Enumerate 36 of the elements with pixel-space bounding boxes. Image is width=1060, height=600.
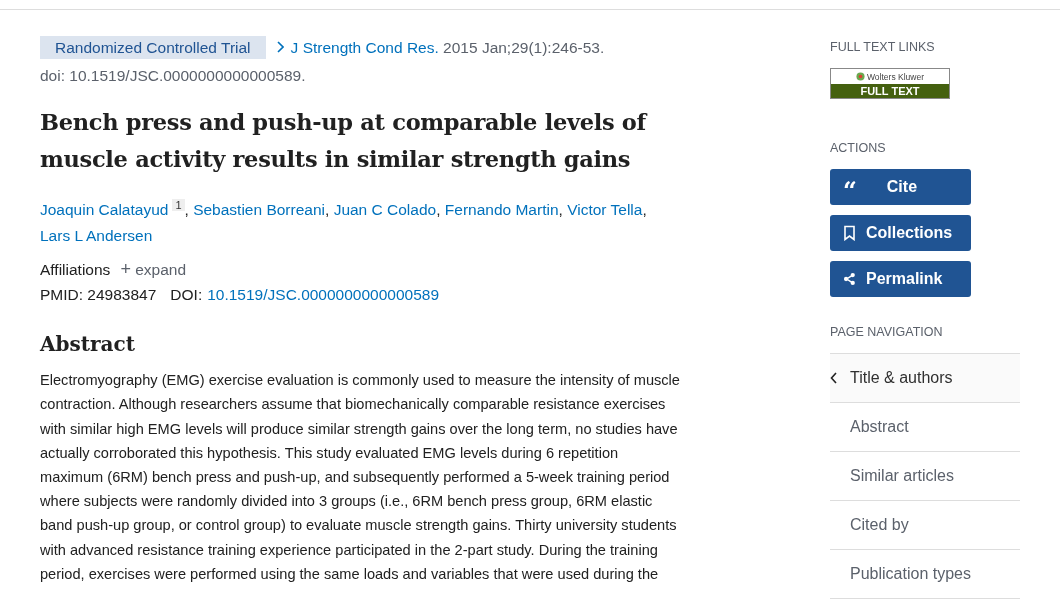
journal-link[interactable]: J Strength Cond Res.	[273, 39, 439, 56]
share-icon	[843, 271, 856, 287]
chevron-right-icon	[275, 41, 284, 53]
navigation-item[interactable]: Title & authors	[830, 354, 1020, 403]
author-link[interactable]: Joaquin Calatayud	[40, 201, 169, 219]
section-heading: PAGE NAVIGATION	[830, 325, 944, 339]
navigation-item[interactable]: Abstract	[830, 403, 1020, 452]
author-link[interactable]: Fernando Martin	[444, 201, 559, 219]
section-heading: FULL TEXT LINKS	[830, 40, 936, 54]
affiliation-marker[interactable]: 1	[172, 199, 185, 211]
article-title: Bench press and push-up at comparable levels of muscle activity results in similar strength gains	[40, 108, 649, 174]
quote-icon: “	[843, 179, 857, 193]
globe-logo-icon	[856, 72, 865, 81]
navigation-item[interactable]: Cited by	[830, 501, 1020, 550]
doi-label: DOI:	[170, 286, 203, 305]
chevron-left-icon	[830, 372, 838, 384]
collections-button[interactable]: Collections	[830, 215, 971, 251]
navigation-item[interactable]: Similar articles	[830, 452, 1020, 501]
author-link[interactable]: Victor Tella	[567, 201, 643, 219]
affiliations-label: Affiliations	[40, 260, 111, 279]
author-link[interactable]: Sebastien Borreani	[193, 201, 325, 219]
permalink-button[interactable]: Permalink	[830, 261, 971, 297]
expand-button[interactable]: + expand	[120, 259, 187, 281]
pmid-label: PMID: 24983847	[40, 286, 157, 305]
abstract-text: Electromyography (EMG) exercise evaluation is commonly used to measure the intensity of muscle contraction. Although researchers assume that biomechanically comparable resistance exercises with similar high EMG levels will produce similar strength gains over the long term, no studies have actually corroborated this hypothesis. This study evaluated EMG levels during 6 repetition maximum (6RM) bench press and push-up, and subsequently performed a 5-week training period where subjects were randomly divided into 3 groups (i.e., 6RM bench press group, 6RM elastic band push-up group, or control group) to evaluate muscle strength gains. Thirty university students with advanced resistance training experience participated in the 2-part study. During the training period, exercises were performed using the same loads and variables that were used during the	[40, 371, 681, 584]
doi-link[interactable]: 10.1519/JSC.0000000000000589	[207, 286, 440, 305]
author-list: Joaquin Calatayud $^{1}$ , Sebastien Borreani, Juan C Colado, Fernando Martin, Victor Tella, Lars L Andersen	[40, 192, 690, 250]
abstract-heading: Abstract	[40, 332, 136, 357]
bookmark-icon	[843, 225, 856, 241]
publication-type-badge: Randomized Controlled Trial	[40, 36, 266, 59]
citation-line: Randomized Controlled Trial J Strength Cond Res. 2015 Jan;29(1):246-53. doi: 10.1519/JSC.0000000000000589.	[40, 34, 780, 90]
section-heading: ACTIONS	[830, 141, 887, 155]
author-link[interactable]: Lars L Andersen	[40, 227, 153, 245]
full-text-link[interactable]: Wolters Kluwer FULL TEXT	[830, 68, 950, 99]
cite-button[interactable]: “ Cite	[830, 169, 971, 205]
navigation-item[interactable]: Publication types	[830, 550, 1020, 599]
